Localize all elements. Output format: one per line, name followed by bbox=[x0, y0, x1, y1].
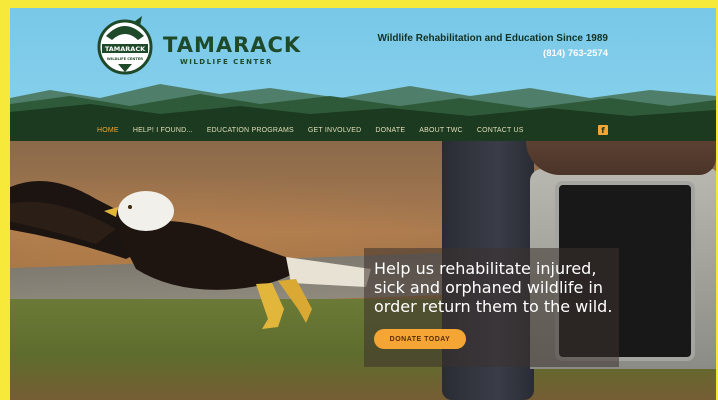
bald-eagle-image bbox=[10, 181, 371, 329]
page-frame: TAMARACK WILDLIFE CENTER TAMARACK WILDLI… bbox=[10, 8, 716, 400]
nav-item-education-programs[interactable]: EDUCATION PROGRAMS bbox=[207, 127, 294, 134]
header-tagline: Wildlife Rehabilitation and Education Si… bbox=[377, 33, 608, 44]
hero-banner: Help us rehabilitate injured, sick and o… bbox=[10, 141, 716, 400]
nav-item-help-i-found[interactable]: HELP! I FOUND... bbox=[133, 127, 193, 134]
nav-item-contact-us[interactable]: CONTACT US bbox=[477, 127, 524, 134]
site-header: TAMARACK WILDLIFE CENTER TAMARACK WILDLI… bbox=[10, 8, 716, 120]
hero-sleeve bbox=[526, 141, 716, 175]
donate-today-button[interactable]: DONATE TODAY bbox=[374, 329, 466, 349]
logo-subtext: WILDLIFE CENTER bbox=[107, 57, 143, 61]
mountain-banner bbox=[10, 84, 716, 120]
nav-item-donate[interactable]: DONATE bbox=[375, 127, 405, 134]
brand-subtitle: WILDLIFE CENTER bbox=[180, 58, 273, 66]
logo-badge[interactable]: TAMARACK WILDLIFE CENTER bbox=[94, 14, 156, 76]
main-nav: HOME HELP! I FOUND... EDUCATION PROGRAMS… bbox=[10, 120, 716, 141]
nav-item-home[interactable]: HOME bbox=[97, 127, 119, 134]
hero-caption: Help us rehabilitate injured, sick and o… bbox=[374, 259, 613, 316]
nav-item-get-involved[interactable]: GET INVOLVED bbox=[308, 127, 362, 134]
header-phone[interactable]: (814) 763-2574 bbox=[543, 48, 608, 59]
facebook-icon[interactable]: f bbox=[598, 125, 608, 135]
nav-item-about-twc[interactable]: ABOUT TWC bbox=[419, 127, 463, 134]
logo-text: TAMARACK bbox=[105, 45, 146, 53]
brand-name[interactable]: TAMARACK bbox=[163, 33, 301, 57]
